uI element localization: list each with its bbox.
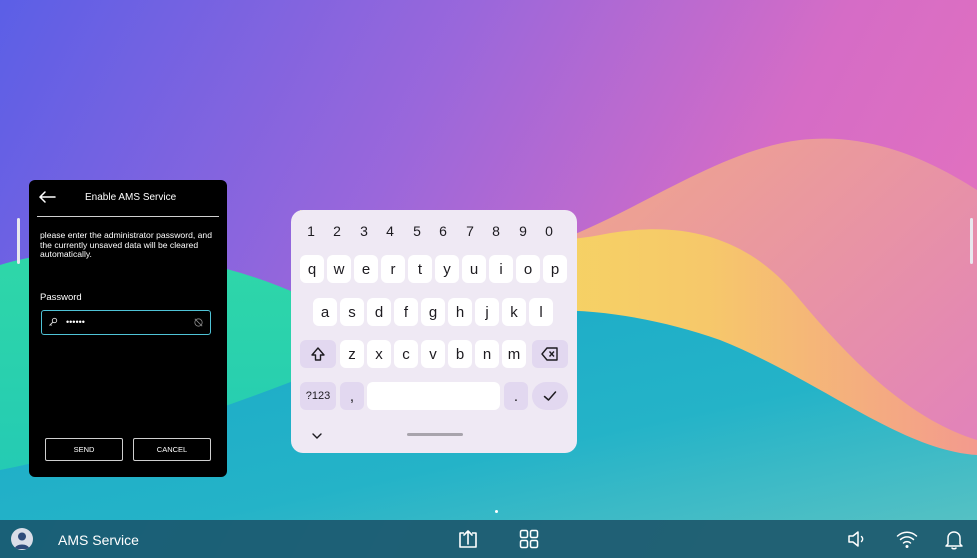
shift-icon <box>311 347 325 361</box>
key-s[interactable]: s <box>340 298 364 326</box>
enable-ams-dialog: Enable AMS Service please enter the admi… <box>29 180 227 477</box>
dialog-message: please enter the administrator password,… <box>40 230 212 259</box>
key-j[interactable]: j <box>475 298 499 326</box>
cancel-button[interactable]: CANCEL <box>133 438 211 461</box>
key-1[interactable]: 1 <box>298 223 324 239</box>
key-x[interactable]: x <box>367 340 391 368</box>
bell-icon[interactable] <box>943 528 965 550</box>
key-8[interactable]: 8 <box>483 223 509 239</box>
password-value: •••••• <box>66 317 85 327</box>
key-a[interactable]: a <box>313 298 337 326</box>
key-d[interactable]: d <box>367 298 391 326</box>
key-f[interactable]: f <box>394 298 418 326</box>
key-9[interactable]: 9 <box>510 223 536 239</box>
dialog-title: Enable AMS Service <box>85 192 177 203</box>
key-z[interactable]: z <box>340 340 364 368</box>
key-5[interactable]: 5 <box>404 223 430 239</box>
user-icon <box>14 532 30 549</box>
key-7[interactable]: 7 <box>457 223 483 239</box>
key-4[interactable]: 4 <box>377 223 403 239</box>
apps-grid-icon[interactable] <box>518 528 540 550</box>
eye-off-icon[interactable] <box>193 317 204 328</box>
wifi-icon[interactable] <box>896 528 918 550</box>
arrow-left-icon[interactable] <box>37 189 57 205</box>
password-label: Password <box>40 292 82 303</box>
key-m[interactable]: m <box>502 340 526 368</box>
key-v[interactable]: v <box>421 340 445 368</box>
on-screen-keyboard: 1 2 3 4 5 6 7 8 9 0 q w e r t y u i o p … <box>291 210 577 453</box>
key-r[interactable]: r <box>381 255 405 283</box>
key-6[interactable]: 6 <box>430 223 456 239</box>
dialog-divider <box>37 216 219 217</box>
key-g[interactable]: g <box>421 298 445 326</box>
comma-key[interactable]: , <box>340 382 364 410</box>
key-k[interactable]: k <box>502 298 526 326</box>
key-b[interactable]: b <box>448 340 472 368</box>
key-icon <box>49 317 58 326</box>
key-o[interactable]: o <box>516 255 540 283</box>
symbols-key[interactable]: ?123 <box>300 382 336 410</box>
key-t[interactable]: t <box>408 255 432 283</box>
key-c[interactable]: c <box>394 340 418 368</box>
key-e[interactable]: e <box>354 255 378 283</box>
period-key[interactable]: . <box>504 382 528 410</box>
avatar[interactable] <box>11 528 33 550</box>
key-i[interactable]: i <box>489 255 513 283</box>
key-0[interactable]: 0 <box>536 223 562 239</box>
key-n[interactable]: n <box>475 340 499 368</box>
key-y[interactable]: y <box>435 255 459 283</box>
right-edge-handle[interactable] <box>970 218 973 264</box>
volume-icon[interactable] <box>846 528 868 550</box>
left-edge-handle[interactable] <box>17 218 20 264</box>
key-3[interactable]: 3 <box>351 223 377 239</box>
enter-key[interactable] <box>532 382 568 410</box>
screen-share-icon[interactable] <box>457 528 479 550</box>
key-p[interactable]: p <box>543 255 567 283</box>
space-key[interactable] <box>367 382 500 410</box>
page-indicator <box>495 510 498 513</box>
key-w[interactable]: w <box>327 255 351 283</box>
key-h[interactable]: h <box>448 298 472 326</box>
backspace-key[interactable] <box>532 340 568 368</box>
send-button[interactable]: SEND <box>45 438 123 461</box>
password-field[interactable]: •••••• <box>41 310 211 335</box>
key-q[interactable]: q <box>300 255 324 283</box>
backspace-icon <box>541 347 558 361</box>
key-l[interactable]: l <box>529 298 553 326</box>
check-icon <box>543 391 557 401</box>
keyboard-drag-handle[interactable] <box>407 433 463 436</box>
key-2[interactable]: 2 <box>324 223 350 239</box>
chevron-down-icon[interactable] <box>311 431 323 441</box>
taskbar: AMS Service <box>0 520 977 558</box>
key-u[interactable]: u <box>462 255 486 283</box>
app-name: AMS Service <box>58 532 139 548</box>
shift-key[interactable] <box>300 340 336 368</box>
